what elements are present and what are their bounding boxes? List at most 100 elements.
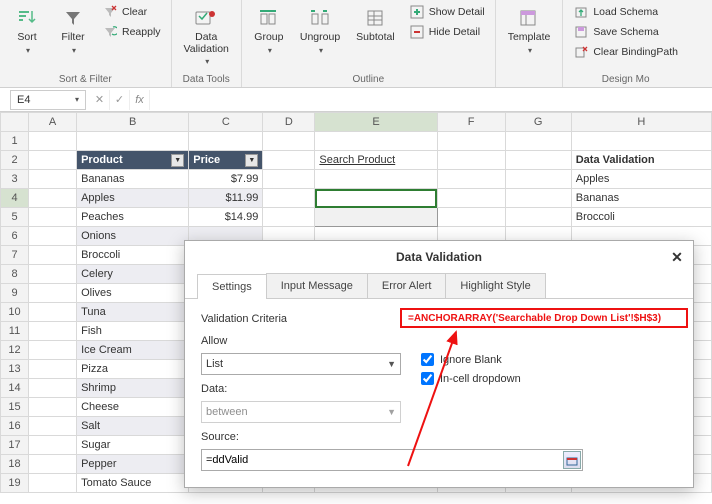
enter-formula-button[interactable]: ✓	[110, 90, 130, 110]
ignore-blank-checkbox[interactable]: Ignore Blank	[421, 353, 521, 366]
load-schema-button[interactable]: Load Schema	[569, 2, 682, 22]
cell-D1[interactable]	[263, 132, 315, 151]
cell-B13[interactable]: Pizza	[77, 360, 189, 379]
cell-E4[interactable]	[315, 189, 437, 208]
cell-G2[interactable]	[505, 151, 571, 170]
cell-B17[interactable]: Sugar	[77, 436, 189, 455]
cell-B15[interactable]: Cheese	[77, 398, 189, 417]
cell-A5[interactable]	[29, 208, 77, 227]
cell-B10[interactable]: Tuna	[77, 303, 189, 322]
cell-C3[interactable]: $7.99	[189, 170, 263, 189]
group-button[interactable]: Group ▾	[248, 2, 290, 59]
cell-B2[interactable]: Product▼	[77, 151, 189, 170]
cell-B4[interactable]: Apples	[77, 189, 189, 208]
source-input[interactable]	[201, 449, 583, 471]
cell-A18[interactable]	[29, 455, 77, 474]
name-box[interactable]: E4▾	[10, 90, 86, 110]
table-header-product[interactable]: Product▼	[77, 151, 188, 169]
cell-C1[interactable]	[189, 132, 263, 151]
cell-H2[interactable]: Data Validation	[571, 151, 711, 170]
cell-E3[interactable]	[315, 170, 437, 189]
cell-A10[interactable]	[29, 303, 77, 322]
in-cell-dropdown-checkbox[interactable]: In-cell dropdown	[421, 372, 521, 385]
clear-button[interactable]: Clear	[98, 2, 165, 22]
save-schema-button[interactable]: Save Schema	[569, 22, 682, 42]
row-header-2[interactable]: 2	[1, 151, 29, 170]
cell-D5[interactable]	[263, 208, 315, 227]
template-button[interactable]: Template ▾	[502, 2, 557, 59]
row-header-15[interactable]: 15	[1, 398, 29, 417]
cell-G4[interactable]	[505, 189, 571, 208]
cell-G3[interactable]	[505, 170, 571, 189]
table-header-price[interactable]: Price▼	[189, 151, 262, 169]
data-validation-button[interactable]: Data Validation ▾	[178, 2, 235, 70]
row-header-19[interactable]: 19	[1, 474, 29, 493]
row-header-18[interactable]: 18	[1, 455, 29, 474]
sort-button[interactable]: Sort ▾	[6, 2, 48, 59]
cancel-formula-button[interactable]: ✕	[90, 90, 110, 110]
cell-E5[interactable]	[315, 208, 437, 227]
filter-button[interactable]: Filter ▾	[52, 2, 94, 59]
dialog-close-button[interactable]: ✕	[667, 247, 687, 267]
range-selector-button[interactable]	[563, 451, 581, 469]
cell-B5[interactable]: Peaches	[77, 208, 189, 227]
cell-H4[interactable]: Bananas	[571, 189, 711, 208]
row-header-1[interactable]: 1	[1, 132, 29, 151]
cell-A11[interactable]	[29, 322, 77, 341]
cell-A1[interactable]	[29, 132, 77, 151]
cell-B16[interactable]: Salt	[77, 417, 189, 436]
row-header-16[interactable]: 16	[1, 417, 29, 436]
cell-B9[interactable]: Olives	[77, 284, 189, 303]
cell-F2[interactable]	[437, 151, 505, 170]
cell-D4[interactable]	[263, 189, 315, 208]
cell-A13[interactable]	[29, 360, 77, 379]
row-header-11[interactable]: 11	[1, 322, 29, 341]
cell-A7[interactable]	[29, 246, 77, 265]
row-header-13[interactable]: 13	[1, 360, 29, 379]
cell-B11[interactable]: Fish	[77, 322, 189, 341]
clear-bindingpath-button[interactable]: Clear BindingPath	[569, 42, 682, 62]
row-header-3[interactable]: 3	[1, 170, 29, 189]
cell-C4[interactable]: $11.99	[189, 189, 263, 208]
hide-detail-button[interactable]: Hide Detail	[405, 22, 489, 42]
cell-G1[interactable]	[505, 132, 571, 151]
cell-D2[interactable]	[263, 151, 315, 170]
dialog-tab-highlight-style[interactable]: Highlight Style	[445, 273, 545, 298]
cell-B1[interactable]	[77, 132, 189, 151]
cell-A3[interactable]	[29, 170, 77, 189]
col-header-C[interactable]: C	[189, 113, 263, 132]
cell-B8[interactable]: Celery	[77, 265, 189, 284]
allow-select[interactable]: List▼	[201, 353, 401, 375]
cell-F5[interactable]	[437, 208, 505, 227]
cell-B12[interactable]: Ice Cream	[77, 341, 189, 360]
col-header-D[interactable]: D	[263, 113, 315, 132]
filter-dropdown-icon[interactable]: ▼	[245, 154, 258, 167]
fx-button[interactable]: fx	[130, 90, 150, 110]
cell-A17[interactable]	[29, 436, 77, 455]
col-header-B[interactable]: B	[77, 113, 189, 132]
cell-H1[interactable]	[571, 132, 711, 151]
cell-B7[interactable]: Broccoli	[77, 246, 189, 265]
ungroup-button[interactable]: Ungroup ▾	[294, 2, 346, 59]
cell-F1[interactable]	[437, 132, 505, 151]
cell-E1[interactable]	[315, 132, 437, 151]
cell-A4[interactable]	[29, 189, 77, 208]
row-header-6[interactable]: 6	[1, 227, 29, 246]
row-header-4[interactable]: 4	[1, 189, 29, 208]
cell-A16[interactable]	[29, 417, 77, 436]
dialog-tab-input-message[interactable]: Input Message	[266, 273, 368, 298]
cell-B19[interactable]: Tomato Sauce	[77, 474, 189, 493]
cell-A14[interactable]	[29, 379, 77, 398]
cell-G5[interactable]	[505, 208, 571, 227]
cell-A8[interactable]	[29, 265, 77, 284]
cell-A19[interactable]	[29, 474, 77, 493]
cell-A15[interactable]	[29, 398, 77, 417]
col-header-F[interactable]: F	[437, 113, 505, 132]
formula-input[interactable]	[150, 90, 712, 110]
cell-A2[interactable]	[29, 151, 77, 170]
cell-C5[interactable]: $14.99	[189, 208, 263, 227]
col-header-A[interactable]: A	[29, 113, 77, 132]
dialog-tab-error-alert[interactable]: Error Alert	[367, 273, 447, 298]
cell-F3[interactable]	[437, 170, 505, 189]
dialog-tab-settings[interactable]: Settings	[197, 274, 267, 299]
